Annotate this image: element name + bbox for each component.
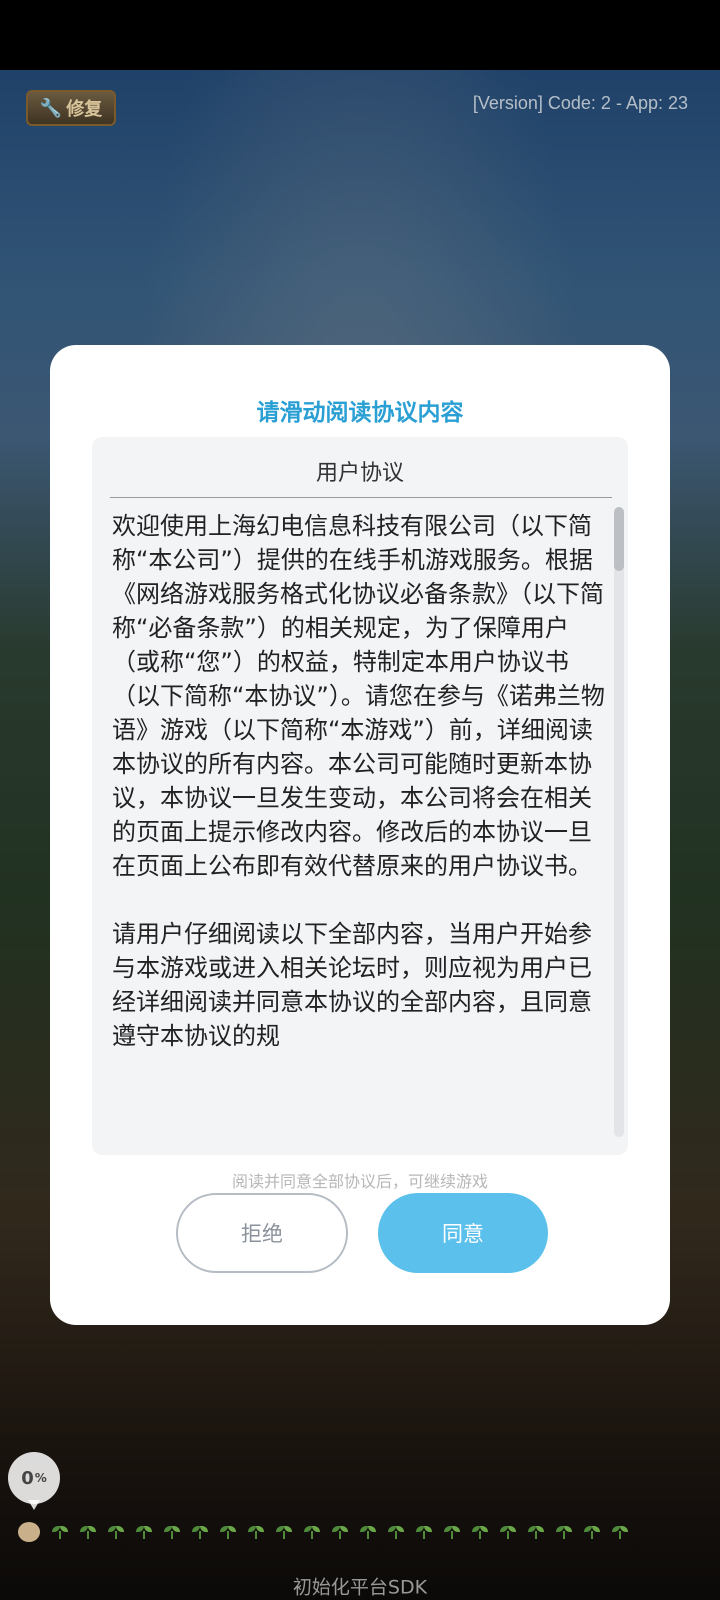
sprout-icon [242,1520,270,1544]
sprout-icon [214,1520,242,1544]
status-bar [0,0,720,70]
reject-label: 拒绝 [241,1222,283,1246]
sprout-icon [578,1520,606,1544]
sprout-icon [606,1520,634,1544]
reject-button[interactable]: 拒绝 [176,1193,348,1273]
sprout-icon [186,1520,214,1544]
sprout-icon [130,1520,158,1544]
scrollbar-thumb[interactable] [614,507,624,571]
progress-start-marker [18,1522,40,1542]
sprout-icon [74,1520,102,1544]
agreement-dialog: 请滑动阅读协议内容 用户协议 欢迎使用上海幻电信息科技有限公司（以下简称“本公司… [50,345,670,1325]
agreement-heading: 用户协议 [315,461,404,486]
sprout-icon [158,1520,186,1544]
repair-button[interactable]: 🔧 修复 [26,90,116,126]
loading-progress-bar [18,1520,668,1544]
dialog-title: 请滑动阅读协议内容 [256,400,464,426]
agree-button[interactable]: 同意 [378,1193,548,1273]
sprout-icon [494,1520,522,1544]
sprout-icon [522,1520,550,1544]
sprout-icon [46,1520,74,1544]
repair-label: 修复 [66,99,103,120]
agreement-body: 欢迎使用上海幻电信息科技有限公司（以下简称“本公司”）提供的在线手机游戏服务。根… [112,512,605,1050]
progress-percent-badge: 0% [8,1452,60,1510]
heading-divider [110,497,612,498]
agreement-scroll-area[interactable]: 用户协议 欢迎使用上海幻电信息科技有限公司（以下简称“本公司”）提供的在线手机游… [92,437,628,1155]
version-text: [Version] Code: 2 - App: 23 [472,93,688,113]
progress-percent-sign: % [34,1471,47,1485]
sprout-icon [550,1520,578,1544]
scrollbar[interactable] [614,507,624,1137]
sprout-icon [410,1520,438,1544]
sprout-icon [466,1520,494,1544]
progress-percent-value: 0 [21,1467,34,1489]
sprout-icon [438,1520,466,1544]
sprout-icon [354,1520,382,1544]
wrench-icon: 🔧 [39,97,63,119]
loading-status-label: 初始化平台SDK [292,1576,428,1599]
sprout-icon [298,1520,326,1544]
sprout-icon [270,1520,298,1544]
sprout-icon [326,1520,354,1544]
sprout-icon [382,1520,410,1544]
continue-hint: 阅读并同意全部协议后，可继续游戏 [231,1172,488,1191]
agree-label: 同意 [442,1222,484,1246]
sprout-icon [102,1520,130,1544]
